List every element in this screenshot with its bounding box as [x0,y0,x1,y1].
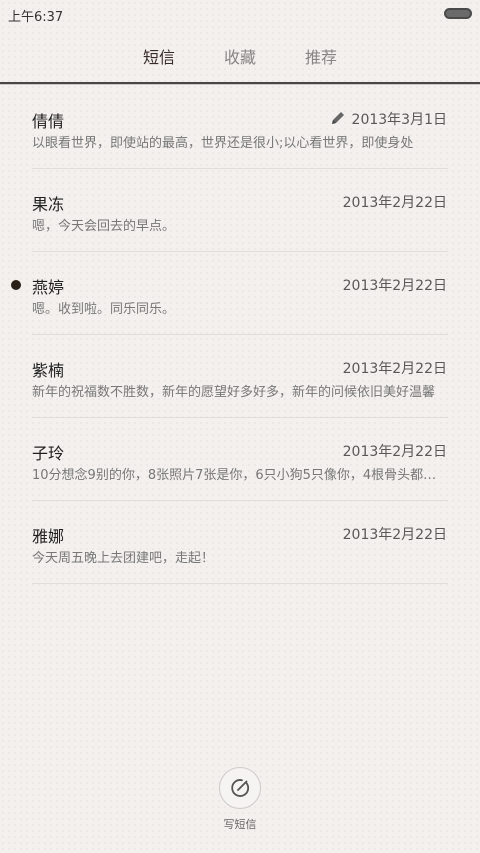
message-preview: 嗯。收到啦。同乐同乐。 [32,302,176,317]
compose-label[interactable]: 写短信 [0,816,480,832]
message-item[interactable]: 紫楠 2013年2月22日 新年的祝福数不胜数，新年的愿望好多好多，新年的问候依… [0,335,480,418]
tab-recommend[interactable]: 推荐 [305,44,337,68]
message-item[interactable]: 子玲 2013年2月22日 10分想念9别的你，8张照片7张是你，6只小狗5只像… [0,418,480,501]
pencil-icon [332,112,344,124]
message-date: 2013年2月22日 [342,195,447,211]
contact-name: 燕婷 [32,278,65,297]
message-date: 2013年2月22日 [342,361,447,377]
message-item[interactable]: 倩倩 2013年3月1日 以眼看世界，即使站的最高，世界还是很小;以心看世界，即… [0,86,480,169]
contact-name: 雅娜 [32,527,65,546]
message-preview: 10分想念9别的你，8张照片7张是你，6只小狗5只像你，4根骨头都给你 [32,468,448,483]
message-item[interactable]: 果冻 2013年2月22日 嗯，今天会回去的早点。 [0,169,480,252]
message-item[interactable]: 雅娜 2013年2月22日 今天周五晚上去团建吧，走起！ [0,501,480,584]
message-preview: 以眼看世界，即使站的最高，世界还是很小;以心看世界，即使身处 [32,136,414,151]
message-preview: 今天周五晚上去团建吧，走起！ [32,551,215,566]
status-bar: 上午6:37 [0,0,480,28]
message-date: 2013年2月22日 [342,527,447,543]
compose-icon [231,779,250,797]
message-date: 2013年3月1日 [351,112,447,128]
contact-name: 紫楠 [32,361,65,380]
contact-name: 倩倩 [32,112,65,131]
unread-dot-icon [11,280,21,290]
contact-name: 子玲 [32,444,65,463]
compose-button[interactable] [219,767,261,809]
header-divider [0,82,480,84]
tab-bar: 短信 收藏 推荐 [0,44,480,74]
message-preview: 嗯，今天会回去的早点。 [32,219,176,234]
status-time: 上午6:37 [8,10,64,25]
row-divider [32,583,448,584]
message-date: 2013年2月22日 [342,444,447,460]
message-item[interactable]: 燕婷 2013年2月22日 嗯。收到啦。同乐同乐。 [0,252,480,335]
message-preview: 新年的祝福数不胜数，新年的愿望好多好多，新年的问候依旧美好温馨 [32,385,436,400]
tab-favorites[interactable]: 收藏 [224,44,256,68]
battery-icon [444,8,472,19]
message-date: 2013年2月22日 [342,278,447,294]
contact-name: 果冻 [32,195,65,214]
tab-sms[interactable]: 短信 [143,44,175,68]
